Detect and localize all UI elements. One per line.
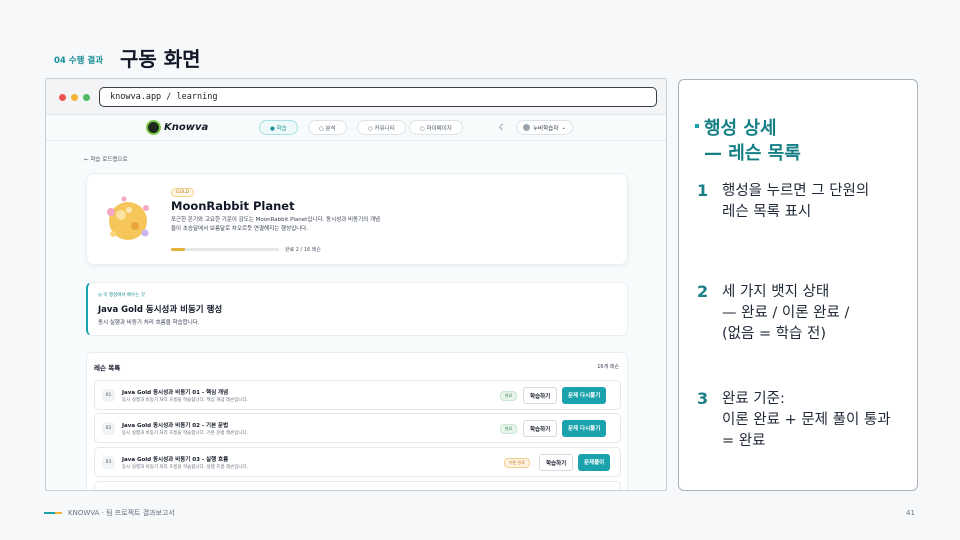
section-tag: 04 수행 결과 [54,56,104,66]
point-text: 행성을 누르면 그 단원의 레슨 목록 표시 [722,183,870,220]
point-number: 1 [697,181,709,200]
chevron-down-icon: ⌄ [561,124,566,131]
intro-description: 동시 실행과 비동기 처리 흐름을 학습합니다. [98,320,200,326]
back-to-roadmap-link[interactable]: ← 학습 로드맵으로 [84,155,128,163]
status-badge: 이론 완료 [504,458,530,468]
heading-bullet-icon [695,124,699,128]
lesson-description: 동시 실행과 비동기 처리 흐름을 학습합니다. 기본 문법 레슨입니다. [122,431,249,436]
point-number: 3 [697,389,709,408]
lesson-list: 레슨 목록 16개 레슨 01 Java Gold 동시성과 비동기 01 - … [86,352,628,490]
site-nav: Knowva ● 학습 ○ 분석 ○ 커뮤니티 ○ 마이페이지 ☾ 누비학습자 … [46,115,666,141]
minimize-window-dot[interactable] [71,94,78,101]
quiz-button[interactable]: 문제풀이 [578,454,611,471]
address-bar[interactable]: knowva.app / learning [99,87,657,107]
panel-heading-line1: 행성 상세 [704,118,777,139]
logo-text: Knowva [164,122,209,133]
planet-card: GOLD MoonRabbit Planet 포근한 온기와 고요한 기운이 감… [86,173,628,265]
planet-illustration [107,196,149,240]
lesson-title: Java Gold 동시성과 비동기 02 - 기본 문법 [122,423,229,429]
maximize-window-dot[interactable] [83,94,90,101]
lesson-description: 동시 실행과 비동기 처리 흐름을 학습합니다. 실행 흐름 레슨입니다. [122,465,249,470]
tab-analysis[interactable]: ○ 분석 [308,120,347,135]
lesson-intro-card: ◎ 이 행성에서 배우는 것 Java Gold 동시성과 비동기 행성 동시 … [86,282,628,336]
panel-heading: 행성 상세 — 레슨 목록 [695,116,801,166]
lesson-title: Java Gold 동시성과 비동기 03 - 실행 흐름 [122,457,229,463]
quiz-button[interactable]: 문제 다시풀기 [562,387,607,404]
planet-progress-bar [171,248,279,251]
point-text: 세 가지 뱃지 상태 — 완료 / 이론 완료 / (없음 = 학습 전) [722,284,850,342]
panel-heading-line2: — 레슨 목록 [704,143,801,164]
learn-button[interactable]: 학습하기 [523,420,558,437]
lesson-row-02[interactable]: 02 Java Gold 동시성과 비동기 02 - 기본 문법 동시 실행과 … [94,413,621,443]
lesson-list-title: 레슨 목록 [94,364,121,372]
planet-progress-text: 완료 2 / 16 레슨 [285,247,321,253]
browser-window: knowva.app / learning Knowva ● 학습 ○ 분석 ○… [45,78,667,491]
close-window-dot[interactable] [59,94,66,101]
status-badge: 완료 [500,424,518,434]
planet-description: 포근한 온기와 고요한 기운이 감도는 MoonRabbit Planet입니다… [171,217,381,232]
lesson-title: Java Gold 동시성과 비동기 01 - 핵심 개념 [122,390,229,396]
lesson-description: 동시 실행과 비동기 처리 흐름을 학습합니다. 핵심 개념 레슨입니다. [122,398,249,403]
footer-text: KNOWVA · 팀 프로젝트 결과보고서 [68,509,175,517]
quiz-button[interactable]: 문제 다시풀기 [562,420,607,437]
tab-mypage[interactable]: ○ 마이페이지 [409,120,463,135]
planet-name: MoonRabbit Planet [171,199,295,213]
page-content: ← 학습 로드맵으로 GOLD MoonRabbit Planet 포근한 온기… [46,142,666,490]
lesson-number: 01 [102,389,115,402]
lesson-number: 02 [102,422,115,435]
intro-label-text: 이 행성에서 배우는 것 [103,293,145,298]
brand-mark-icon [44,512,62,514]
lesson-row-01[interactable]: 01 Java Gold 동시성과 비동기 01 - 핵심 개념 동시 실행과 … [94,380,621,410]
status-badge: 완료 [500,391,518,401]
explanation-panel: 행성 상세 — 레슨 목록 1 행성을 누르면 그 단원의 레슨 목록 표시 2… [678,79,918,491]
learn-button[interactable]: 학습하기 [523,387,558,404]
planet-progress-fill [171,248,185,251]
logo-icon [146,120,161,135]
slide-title: 구동 화면 [120,47,201,71]
lesson-row-03[interactable]: 03 Java Gold 동시성과 비동기 03 - 실행 흐름 동시 실행과 … [94,447,621,477]
learn-button[interactable]: 학습하기 [539,454,574,471]
moon-icon[interactable]: ☾ [499,123,506,132]
point-text: 완료 기준: 이론 완료 + 문제 풀이 통과 = 완료 [722,391,891,449]
page-number: 41 [906,509,915,517]
point-number: 2 [697,282,709,301]
intro-title: Java Gold 동시성과 비동기 행성 [98,305,223,315]
lesson-row-partial [94,481,621,490]
planet-tier-badge: GOLD [171,188,195,197]
knowva-logo[interactable]: Knowva [146,120,208,135]
user-name: 누비학습자 [533,125,559,132]
avatar [523,124,530,131]
lesson-count: 16개 레슨 [597,364,619,370]
footer-brand: KNOWVA · 팀 프로젝트 결과보고서 [44,508,175,518]
user-menu[interactable]: 누비학습자 ⌄ [516,120,573,135]
intro-label: ◎ 이 행성에서 배우는 것 [98,292,145,298]
tab-community[interactable]: ○ 커뮤니티 [357,120,406,135]
tab-learning[interactable]: ● 학습 [259,120,298,135]
lesson-number: 03 [102,456,115,469]
browser-chrome: knowva.app / learning [46,79,666,115]
